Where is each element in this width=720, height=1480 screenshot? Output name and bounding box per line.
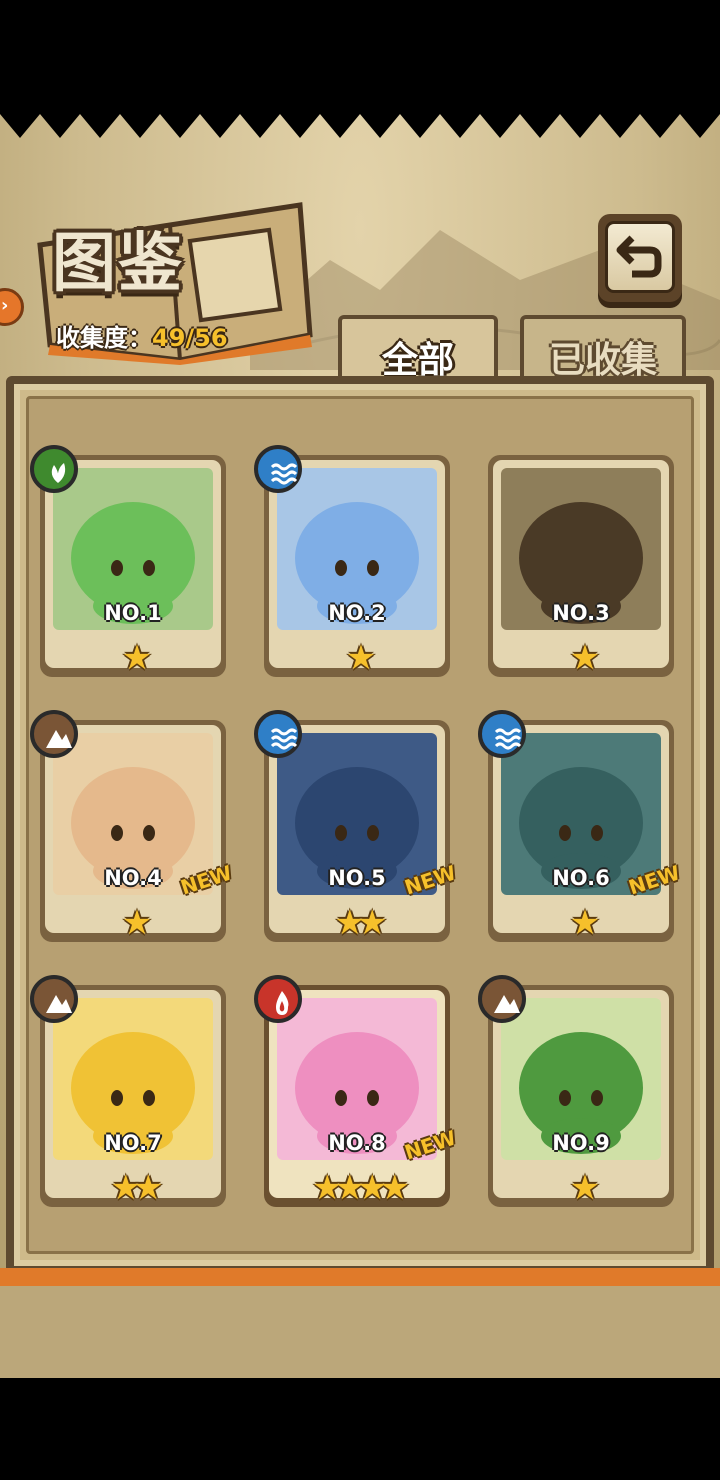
water-icon <box>478 710 526 758</box>
bottom-border-strip <box>0 1268 720 1286</box>
bottom-map-area <box>0 1286 720 1378</box>
card-number: NO.2 <box>328 601 386 625</box>
card-stars: ★ <box>569 1168 600 1208</box>
card-stars: ★ <box>569 638 600 678</box>
earth-icon <box>30 710 78 758</box>
monster-card-4[interactable]: NO.4 ★ NEW <box>30 710 235 943</box>
card-stars: ★ <box>121 903 152 943</box>
water-icon <box>254 445 302 493</box>
return-arrow-icon <box>616 235 662 278</box>
monster-card-9[interactable]: NO.9 ★ <box>478 975 674 1208</box>
monster-card-3[interactable]: NO.3 ★ <box>488 455 674 677</box>
card-number: NO.1 <box>104 601 162 625</box>
card-stars: ★ <box>121 638 152 678</box>
monster-card-5[interactable]: NO.5 ★★ NEW <box>254 710 459 943</box>
fire-icon <box>254 975 302 1023</box>
card-stars: ★★★★ <box>312 1168 410 1208</box>
card-number: NO.7 <box>104 1131 162 1155</box>
earth-icon <box>478 975 526 1023</box>
monster-card-6[interactable]: NO.6 ★ NEW <box>478 710 683 943</box>
monster-card-2[interactable]: NO.2 ★ <box>254 445 450 678</box>
card-stars: ★ <box>569 903 600 943</box>
collection-label: 收集度： <box>56 324 152 352</box>
card-number: NO.9 <box>552 1131 610 1155</box>
card-number: NO.3 <box>552 601 610 625</box>
monster-card-1[interactable]: NO.1 ★ <box>30 445 226 678</box>
monster-card-8[interactable]: NO.8 ★★★★ NEW <box>254 975 459 1208</box>
card-stars: ★★ <box>334 903 388 943</box>
collection-value: 49/56 <box>152 324 228 352</box>
codex-screen: 图鉴 收集度：49/56 › 全部 已收集 NO.1 ★ NO.2 ★ NO.3 ★ NO.… <box>0 100 720 1378</box>
card-stars: ★ <box>345 638 376 678</box>
back-button[interactable] <box>598 214 682 302</box>
water-icon <box>254 710 302 758</box>
zigzag-border <box>0 100 720 138</box>
monster-card-7[interactable]: NO.7 ★★ <box>30 975 226 1208</box>
collection-progress: 收集度：49/56 <box>56 318 228 353</box>
chevron-right-icon: › <box>1 295 9 316</box>
card-stars: ★★ <box>110 1168 164 1208</box>
earth-icon <box>30 975 78 1023</box>
page-title: 图鉴 <box>52 227 184 301</box>
grass-icon <box>30 445 78 493</box>
